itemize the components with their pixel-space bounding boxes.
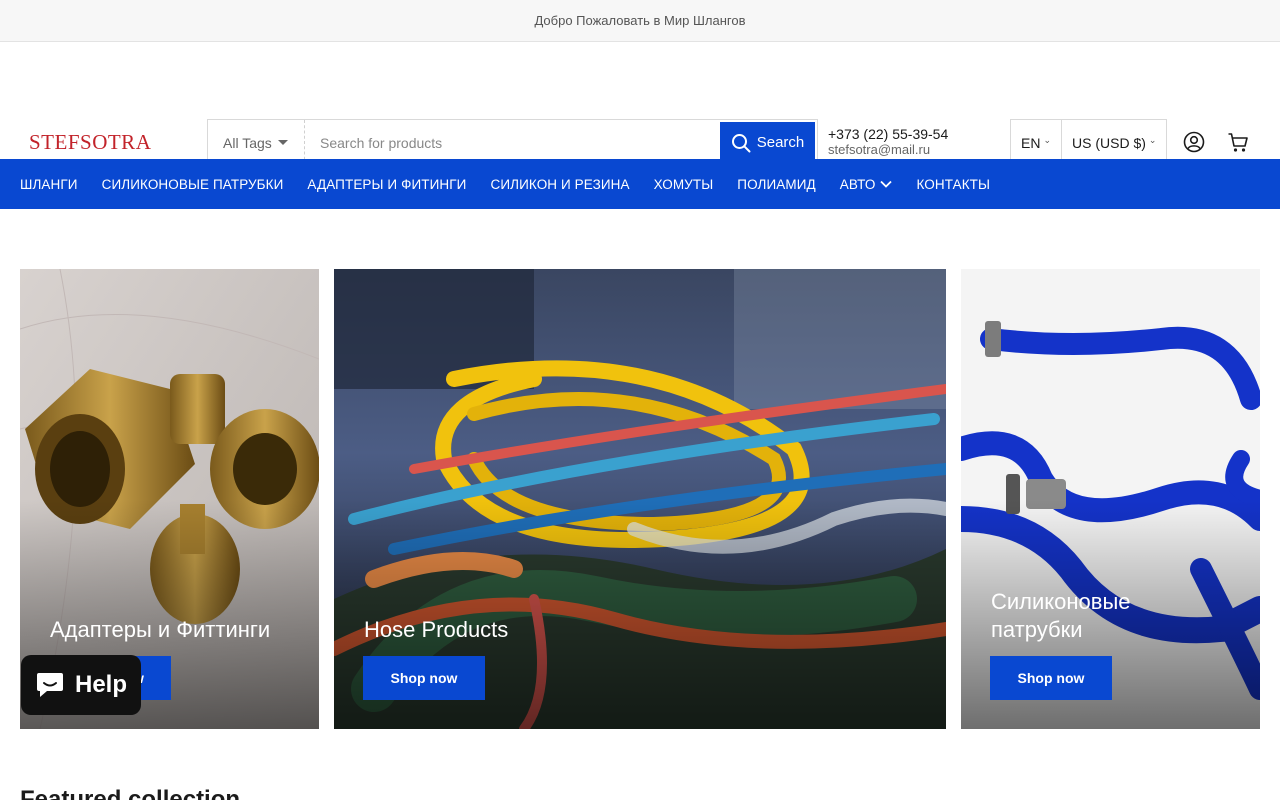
help-label: Help	[74, 671, 127, 698]
chevron-down-icon	[880, 180, 893, 188]
currency-value: US (USD $)	[1072, 134, 1146, 151]
site-header: STEFSOTRA All Tags Search +373 (22) 55-3…	[0, 42, 1280, 166]
nav-item-hoses[interactable]: ШЛАНГИ	[20, 177, 78, 192]
site-logo[interactable]: STEFSOTRA	[29, 130, 151, 154]
chevron-down-icon: ⌄	[1043, 135, 1051, 145]
shop-now-button[interactable]: Shop now	[990, 656, 1112, 700]
nav-item-auto-label: АВТО	[839, 176, 876, 192]
search-icon	[731, 133, 751, 152]
nav-item-contacts[interactable]: КОНТАКТЫ	[916, 177, 990, 192]
nav-item-clamps[interactable]: ХОМУТЫ	[654, 177, 714, 192]
banner-hose-products[interactable]: Hose Products Shop now	[334, 269, 946, 729]
shop-now-button[interactable]: Shop now	[363, 656, 485, 700]
nav-item-adapters[interactable]: АДАПТЕРЫ И ФИТИНГИ	[307, 177, 466, 192]
help-chat-button[interactable]: Help	[21, 655, 141, 715]
contact-phone[interactable]: +373 (22) 55-39-54	[828, 127, 948, 142]
search-button-label: Search	[756, 134, 805, 151]
contact-info: +373 (22) 55-39-54 stefsotra@mail.ru	[828, 127, 948, 158]
announcement-bar: Добро Пожаловать в Мир Шлангов	[0, 0, 1280, 42]
tags-label: All Tags	[223, 134, 272, 151]
nav-item-polyamide[interactable]: ПОЛИАМИД	[737, 177, 816, 192]
nav-item-auto[interactable]: АВТО	[840, 177, 893, 192]
search-button[interactable]: Search	[720, 122, 815, 163]
banner-title: Hose Products	[364, 617, 509, 642]
banner-title: Адаптеры и Фиттинги	[50, 617, 271, 642]
caret-down-icon	[277, 140, 288, 145]
account-icon[interactable]	[1183, 131, 1205, 153]
chat-bubble-icon	[36, 673, 63, 697]
nav-item-silicone-rubber[interactable]: СИЛИКОН И РЕЗИНА	[490, 177, 629, 192]
banner-silicone-pipes[interactable]: Силиконовые патрубки Shop now	[961, 269, 1260, 729]
language-value: EN	[1021, 134, 1041, 151]
main-nav: ШЛАНГИ СИЛИКОНОВЫЕ ПАТРУБКИ АДАПТЕРЫ И Ф…	[0, 159, 1280, 209]
banner-title: Силиконовые патрубки	[991, 589, 1131, 642]
cart-icon[interactable]	[1227, 131, 1249, 153]
nav-item-silicone-pipes[interactable]: СИЛИКОНОВЫЕ ПАТРУБКИ	[102, 177, 284, 192]
contact-email[interactable]: stefsotra@mail.ru	[828, 142, 948, 157]
chevron-down-icon: ⌄	[1148, 135, 1157, 145]
announcement-text: Добро Пожаловать в Мир Шлангов	[534, 13, 746, 28]
featured-collection-heading: Featured collection	[20, 786, 241, 800]
